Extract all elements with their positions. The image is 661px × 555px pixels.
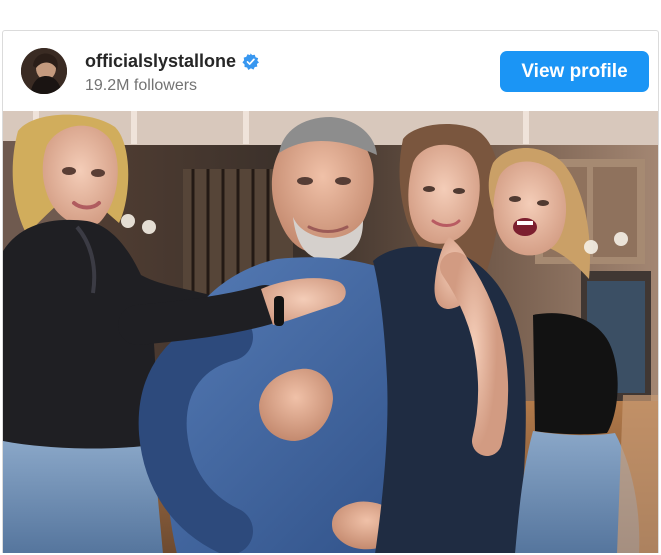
username-link[interactable]: officialslystallone (85, 51, 236, 72)
verified-badge-icon (242, 53, 260, 70)
instagram-embed-card: officialslystallone 19.2M followers View… (2, 30, 659, 553)
profile-avatar[interactable] (21, 48, 67, 94)
followers-count: 19.2M followers (85, 77, 198, 94)
post-photo[interactable] (3, 111, 658, 553)
post-header: officialslystallone 19.2M followers View… (3, 31, 658, 111)
username-row: officialslystallone (85, 51, 260, 72)
view-profile-button[interactable]: View profile (500, 51, 649, 92)
